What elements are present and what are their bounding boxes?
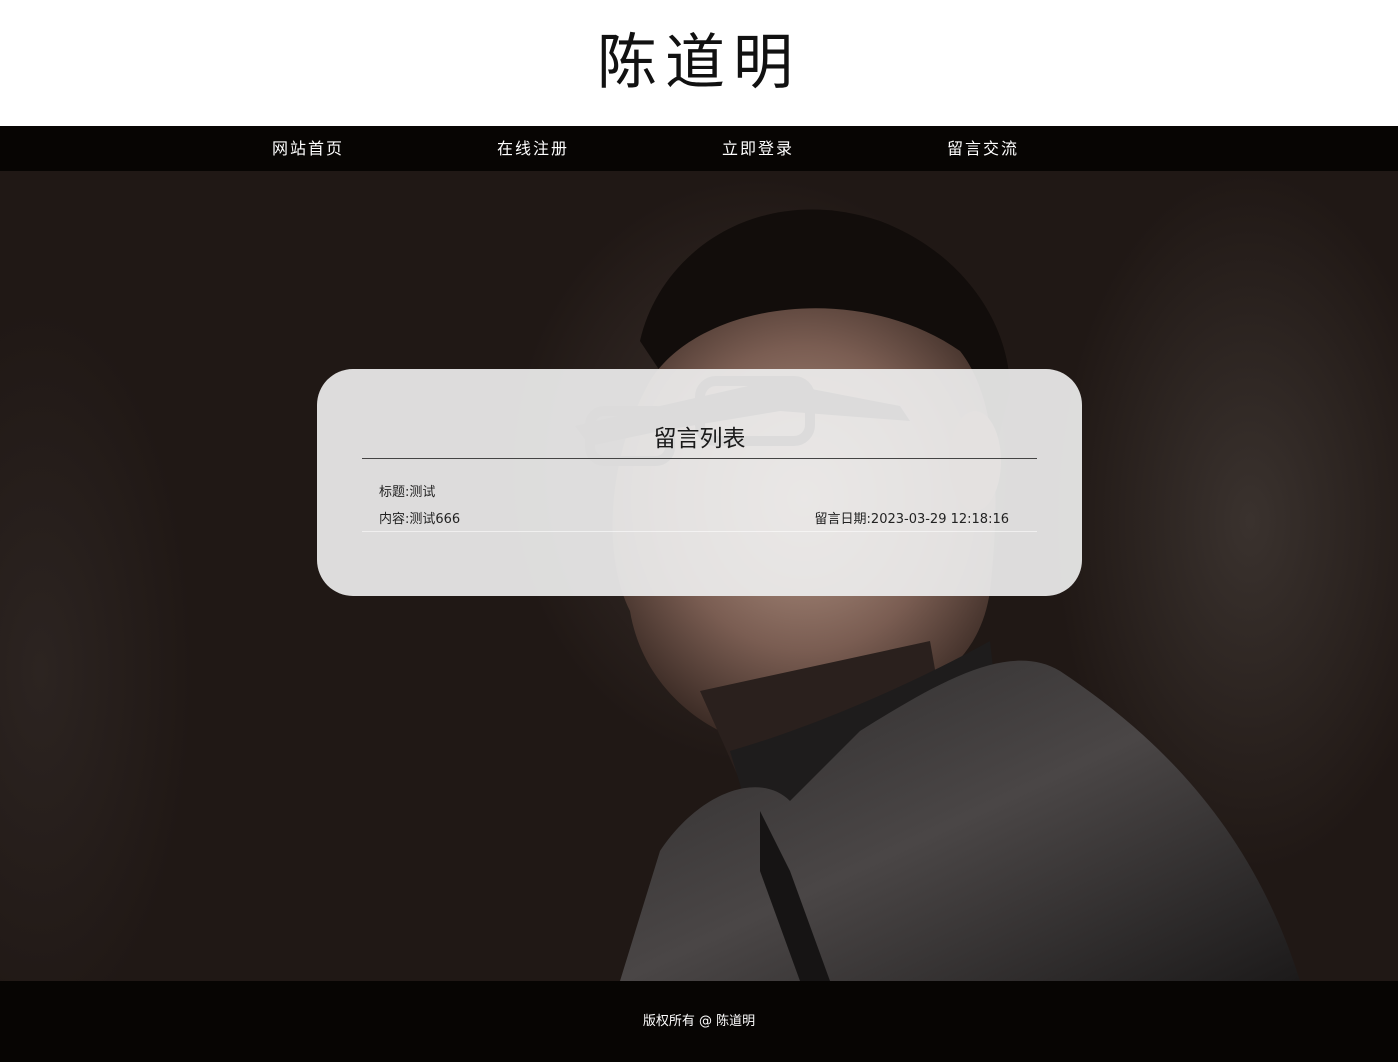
message-divider (362, 531, 1037, 532)
hero-background: 留言列表 标题:测试 内容:测试666 留言日期:2023-03-29 12:1… (0, 171, 1398, 981)
main-nav: 网站首页 在线注册 立即登录 留言交流 (0, 126, 1398, 171)
panel-title: 留言列表 (653, 426, 746, 452)
copyright-text: 版权所有 @ 陈道明 (642, 1014, 756, 1029)
message-date: 留言日期:2023-03-29 12:18:16 (814, 512, 1009, 527)
site-logo[interactable]: 陈道明 (0, 0, 1398, 126)
message-item: 标题:测试 内容:测试666 留言日期:2023-03-29 12:18:16 (362, 475, 1037, 535)
title-divider (362, 458, 1037, 459)
site-header: 陈道明 (0, 0, 1398, 126)
nav-item-register[interactable]: 在线注册 (420, 126, 646, 171)
site-footer: 版权所有 @ 陈道明 (0, 981, 1398, 1062)
message-content: 内容:测试666 (379, 512, 461, 527)
message-list-panel: 留言列表 标题:测试 内容:测试666 留言日期:2023-03-29 12:1… (317, 369, 1082, 596)
message-subject: 标题:测试 (379, 485, 436, 500)
nav-item-login[interactable]: 立即登录 (645, 126, 871, 171)
nav-item-home[interactable]: 网站首页 (195, 126, 421, 171)
nav-item-messages[interactable]: 留言交流 (870, 126, 1096, 171)
